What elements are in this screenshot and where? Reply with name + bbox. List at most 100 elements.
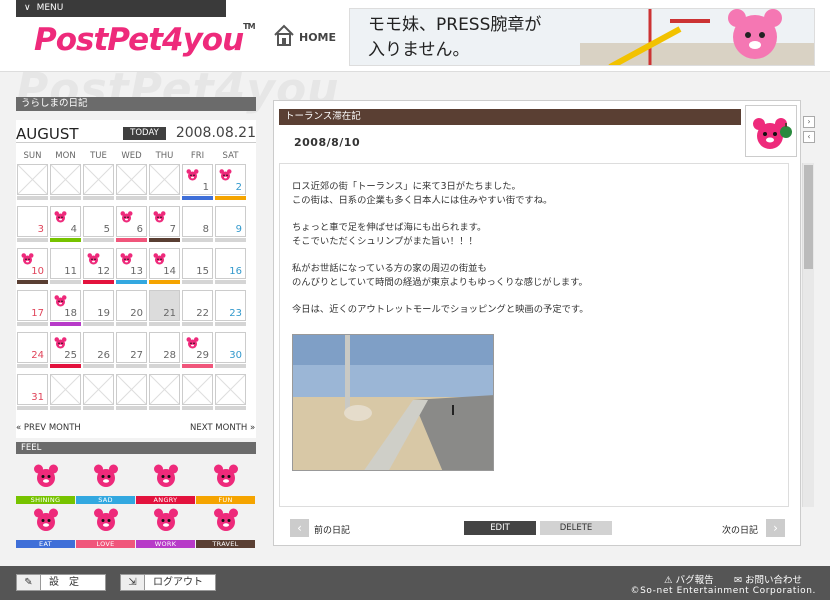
current-date: 2008.08.21 bbox=[175, 125, 256, 141]
calendar-day[interactable]: 5 bbox=[83, 206, 114, 242]
scroll-thumb[interactable] bbox=[804, 165, 813, 269]
menu-label: MENU bbox=[36, 3, 64, 13]
arrow-left-icon[interactable]: ‹ bbox=[803, 131, 815, 143]
mood-bar bbox=[182, 322, 213, 326]
pet-stamp-icon bbox=[53, 209, 68, 228]
calendar-day[interactable]: 13 bbox=[116, 248, 147, 284]
calendar-day[interactable]: 7 bbox=[149, 206, 180, 242]
calendar-day[interactable]: 26 bbox=[83, 332, 114, 368]
postpet-logo[interactable]: PostPet4youTM bbox=[34, 22, 256, 58]
prev-arrow-icon[interactable]: ‹ bbox=[290, 519, 309, 537]
feel-work[interactable]: WORK bbox=[136, 504, 195, 548]
ad-banner[interactable]: モモ妹、PRESS腕章が 入りません。 bbox=[349, 8, 815, 66]
feel-label: EAT bbox=[16, 540, 75, 548]
entry-body: ロス近郊の街「トーランス」に来て3日がたちました。 この街は、日系の企業も多く日本… bbox=[279, 163, 789, 507]
day-number: 17 bbox=[31, 308, 44, 319]
day-number: 7 bbox=[169, 224, 176, 235]
calendar-day[interactable]: 8 bbox=[182, 206, 213, 242]
calendar-empty-cell bbox=[182, 374, 213, 410]
entry-line: ロス近郊の街「トーランス」に来て3日がたちました。 bbox=[292, 181, 521, 192]
bug-report-link[interactable]: ⚠ バグ報告 bbox=[664, 572, 714, 586]
scrollbar[interactable] bbox=[802, 163, 814, 507]
home-label: HOME bbox=[299, 31, 337, 44]
contact-link[interactable]: ✉ お問い合わせ bbox=[734, 572, 802, 586]
today-button[interactable]: TODAY bbox=[123, 127, 166, 140]
calendar-day[interactable]: 2 bbox=[215, 164, 246, 200]
header: ∨MENU PostPet4youTM HOME モモ妹、PRESS腕章が 入 bbox=[0, 0, 830, 72]
calendar-day[interactable]: 23 bbox=[215, 290, 246, 326]
divider bbox=[16, 142, 256, 143]
calendar-day[interactable]: 14 bbox=[149, 248, 180, 284]
mood-bar bbox=[116, 196, 147, 200]
chevron-down-icon: ∨ bbox=[24, 3, 31, 13]
fun-face-icon bbox=[211, 460, 241, 494]
entry-navigation: ‹ 前の日記 EDIT DELETE 次の日記 › bbox=[274, 513, 802, 543]
calendar-day[interactable]: 17 bbox=[17, 290, 48, 326]
calendar-day[interactable]: 16 bbox=[215, 248, 246, 284]
prev-month-link[interactable]: « PREV MONTH bbox=[16, 423, 81, 433]
calendar-day[interactable]: 1 bbox=[182, 164, 213, 200]
day-number: 26 bbox=[97, 350, 110, 361]
menu-button[interactable]: ∨ MENU bbox=[16, 0, 226, 17]
entry-line: のんびりとしていて時間の経過が東京よりもゆっくりな感じがします。 bbox=[292, 276, 588, 288]
calendar-day[interactable]: 28 bbox=[149, 332, 180, 368]
calendar-day[interactable]: 15 bbox=[182, 248, 213, 284]
arrow-right-icon[interactable]: › bbox=[803, 116, 815, 128]
prev-diary-link[interactable]: 前の日記 bbox=[314, 523, 350, 536]
mood-bar bbox=[83, 238, 114, 242]
home-link[interactable]: HOME bbox=[273, 24, 337, 50]
calendar-day[interactable]: 19 bbox=[83, 290, 114, 326]
delete-button[interactable]: DELETE bbox=[540, 521, 612, 535]
calendar-day[interactable]: 24 bbox=[17, 332, 48, 368]
next-arrow-icon[interactable]: › bbox=[766, 519, 785, 537]
panel-side-arrows: › ‹ bbox=[803, 116, 815, 146]
calendar-day[interactable]: 6 bbox=[116, 206, 147, 242]
calendar: AUGUST TODAY 2008.08.21 SUN MON TUE WED THU F… bbox=[16, 120, 256, 438]
day-number: 24 bbox=[31, 350, 44, 361]
entry-photo[interactable] bbox=[292, 334, 494, 471]
mood-bar bbox=[50, 322, 81, 326]
calendar-day[interactable]: 29 bbox=[182, 332, 213, 368]
calendar-day[interactable]: 31 bbox=[17, 374, 48, 410]
calendar-day[interactable]: 4 bbox=[50, 206, 81, 242]
settings-button[interactable]: ✎ 設 定 bbox=[16, 574, 106, 591]
calendar-day[interactable]: 21 bbox=[149, 290, 180, 326]
calendar-day[interactable]: 22 bbox=[182, 290, 213, 326]
day-number: 9 bbox=[235, 224, 242, 235]
shining-face-icon bbox=[31, 460, 61, 494]
day-number: 6 bbox=[136, 224, 143, 235]
calendar-empty-cell bbox=[83, 374, 114, 410]
next-diary-link[interactable]: 次の日記 bbox=[722, 523, 758, 536]
calendar-day[interactable]: 12 bbox=[83, 248, 114, 284]
mood-bar bbox=[182, 406, 213, 410]
calendar-day[interactable]: 20 bbox=[116, 290, 147, 326]
mood-bar bbox=[215, 406, 246, 410]
next-month-link[interactable]: NEXT MONTH » bbox=[190, 423, 255, 433]
mood-bar bbox=[149, 406, 180, 410]
feel-love[interactable]: LOVE bbox=[76, 504, 135, 548]
wrench-icon: ✎ bbox=[17, 575, 41, 590]
mood-bar bbox=[116, 322, 147, 326]
mood-bar bbox=[17, 196, 48, 200]
calendar-day[interactable]: 10 bbox=[17, 248, 48, 284]
feel-eat[interactable]: EAT bbox=[16, 504, 75, 548]
feel-label: LOVE bbox=[76, 540, 135, 548]
feel-fun[interactable]: FUN bbox=[196, 460, 255, 504]
calendar-day[interactable]: 11 bbox=[50, 248, 81, 284]
calendar-day[interactable]: 3 bbox=[17, 206, 48, 242]
calendar-day[interactable]: 18 bbox=[50, 290, 81, 326]
calendar-day[interactable]: 9 bbox=[215, 206, 246, 242]
entry-line: 私がお世話になっている方の家の周辺の街並も bbox=[292, 263, 487, 275]
weekday-wed: WED bbox=[121, 151, 142, 161]
calendar-day[interactable]: 27 bbox=[116, 332, 147, 368]
day-number: 27 bbox=[130, 350, 143, 361]
feel-shining[interactable]: SHINING bbox=[16, 460, 75, 504]
feel-travel[interactable]: TRAVEL bbox=[196, 504, 255, 548]
calendar-day[interactable]: 25 bbox=[50, 332, 81, 368]
edit-button[interactable]: EDIT bbox=[464, 521, 536, 535]
feel-sad[interactable]: SAD bbox=[76, 460, 135, 504]
feel-angry[interactable]: ANGRY bbox=[136, 460, 195, 504]
logout-button[interactable]: ⇲ ログアウト bbox=[120, 574, 216, 591]
calendar-empty-cell bbox=[116, 374, 147, 410]
calendar-day[interactable]: 30 bbox=[215, 332, 246, 368]
